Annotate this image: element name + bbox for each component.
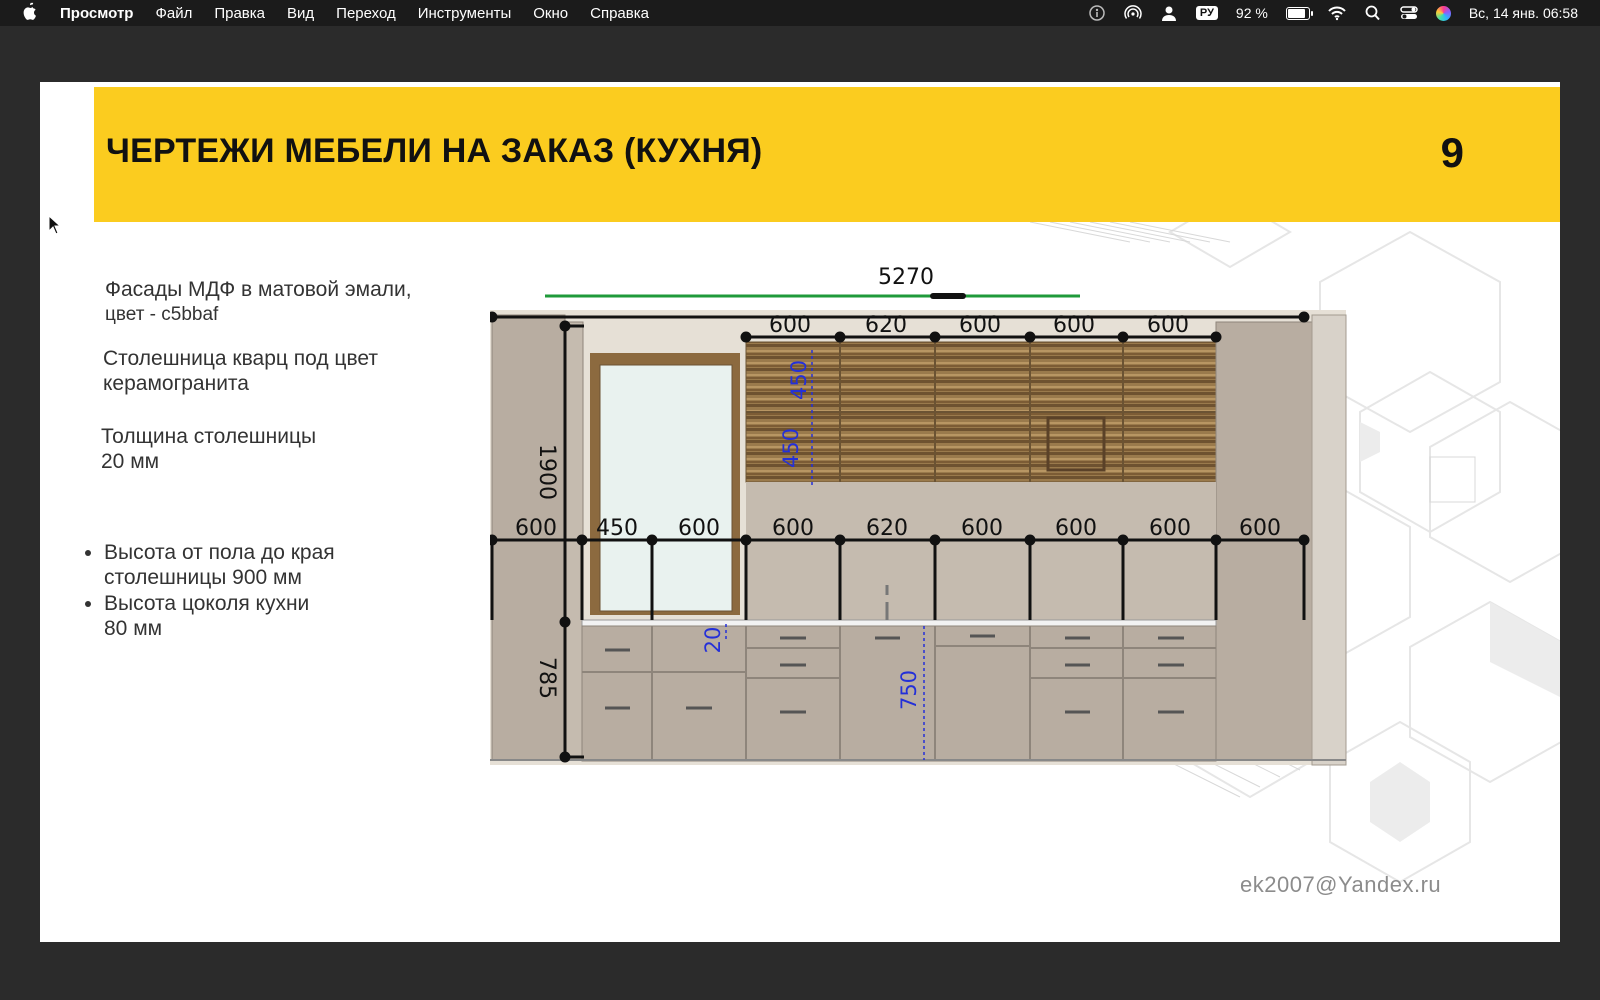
dim-upper-1: 600	[769, 313, 811, 338]
dim-upper-4: 600	[1053, 313, 1095, 338]
countertop-line-2: керамогранита	[103, 372, 249, 395]
thickness-note: Толщина столешницы 20 мм	[101, 424, 316, 474]
dim-upper-2: 620	[865, 313, 907, 338]
mouse-cursor-icon	[48, 215, 62, 235]
menu-edit[interactable]: Правка	[214, 5, 265, 22]
bullet-1-line-1: Высота от пола до края	[104, 541, 335, 564]
dim-upper-3: 600	[959, 313, 1001, 338]
control-center-icon[interactable]	[1400, 5, 1418, 21]
countertop	[581, 619, 1217, 627]
countertop-line-1: Столешница кварц под цвет	[103, 347, 378, 370]
menu-help[interactable]: Справка	[590, 5, 649, 22]
slide-title: ЧЕРТЕЖИ МЕБЕЛИ НА ЗАКАЗ (КУХНЯ)	[106, 132, 763, 170]
user-icon[interactable]	[1160, 5, 1178, 21]
menu-tools[interactable]: Инструменты	[418, 5, 512, 22]
dim-total-width: 5270	[878, 265, 934, 290]
dim-blue-upper-1: 450	[787, 360, 811, 400]
wifi-icon[interactable]	[1328, 5, 1346, 21]
input-language-badge[interactable]: РУ	[1195, 6, 1218, 20]
menu-app-name[interactable]: Просмотр	[60, 5, 133, 22]
airdrop-icon[interactable]	[1124, 5, 1142, 21]
dim-lower-2: 450	[596, 516, 638, 541]
dim-lower-9: 600	[1239, 516, 1281, 541]
bullet-1-line-2: столешницы 900 мм	[104, 566, 302, 589]
dim-lower-1: 600	[515, 516, 557, 541]
dim-blue-upper-2: 450	[779, 428, 803, 468]
dim-blue-lower: 750	[897, 670, 921, 710]
menu-window[interactable]: Окно	[533, 5, 568, 22]
facades-line-1: Фасады МДФ в матовой эмали,	[105, 278, 412, 301]
fridge-door	[599, 364, 733, 612]
page-number: 9	[1440, 129, 1464, 176]
title-banner: ЧЕРТЕЖИ МЕБЕЛИ НА ЗАКАЗ (КУХНЯ) 9	[94, 87, 1560, 222]
battery-percent: 92 %	[1235, 5, 1268, 21]
contact-email: ek2007@Yandex.ru	[1240, 872, 1442, 897]
bullet-item: Высота цоколя кухни 80 мм	[104, 591, 335, 641]
search-icon[interactable]	[1364, 5, 1382, 21]
bullet-2-line-1: Высота цоколя кухни	[104, 592, 310, 615]
dim-lower-3: 600	[678, 516, 720, 541]
dim-lower-7: 600	[1055, 516, 1097, 541]
screen-recording-icon[interactable]	[1088, 5, 1106, 21]
apple-logo-icon[interactable]	[22, 2, 42, 25]
countertop-note: Столешница кварц под цвет керамогранита	[103, 346, 378, 396]
menu-view[interactable]: Вид	[287, 5, 314, 22]
backsplash	[746, 482, 1216, 622]
siri-icon[interactable]	[1435, 5, 1451, 21]
right-end-panel	[1311, 314, 1347, 766]
dim-height-lower: 785	[534, 657, 559, 699]
dim-lower-8: 600	[1149, 516, 1191, 541]
battery-fill	[1287, 8, 1305, 18]
menu-bar: Просмотр Файл Правка Вид Переход Инструм…	[0, 0, 1600, 26]
facades-note: Фасады МДФ в матовой эмали, цвет - c5bba…	[105, 277, 412, 327]
bullet-2-line-2: 80 мм	[104, 617, 163, 640]
dim-lower-4: 600	[772, 516, 814, 541]
thickness-line-2: 20 мм	[101, 450, 160, 473]
facades-line-2: цвет - c5bbaf	[105, 304, 219, 325]
menu-go[interactable]: Переход	[336, 5, 396, 22]
dim-lower-6: 600	[961, 516, 1003, 541]
bullet-list: Высота от пола до края столешницы 900 мм…	[76, 540, 335, 642]
bullet-item: Высота от пола до края столешницы 900 мм	[104, 540, 335, 590]
kitchen-elevation-drawing: 5270 600 620 600 600 600 600 450 600 600…	[490, 265, 1347, 766]
total-width-handle	[930, 293, 966, 299]
datetime[interactable]: Вс, 14 янв. 06:58	[1469, 5, 1578, 21]
dim-height-left: 1900	[534, 444, 559, 500]
dim-lower-5: 620	[866, 516, 908, 541]
battery-icon[interactable]	[1285, 6, 1313, 20]
slide: ЧЕРТЕЖИ МЕБЕЛИ НА ЗАКАЗ (КУХНЯ) 9 Фасады…	[40, 82, 1560, 942]
thickness-line-1: Толщина столешницы	[101, 425, 317, 448]
dim-blue-countertop: 20	[701, 627, 725, 654]
dim-upper-5: 600	[1147, 313, 1189, 338]
menu-file[interactable]: Файл	[155, 5, 192, 22]
